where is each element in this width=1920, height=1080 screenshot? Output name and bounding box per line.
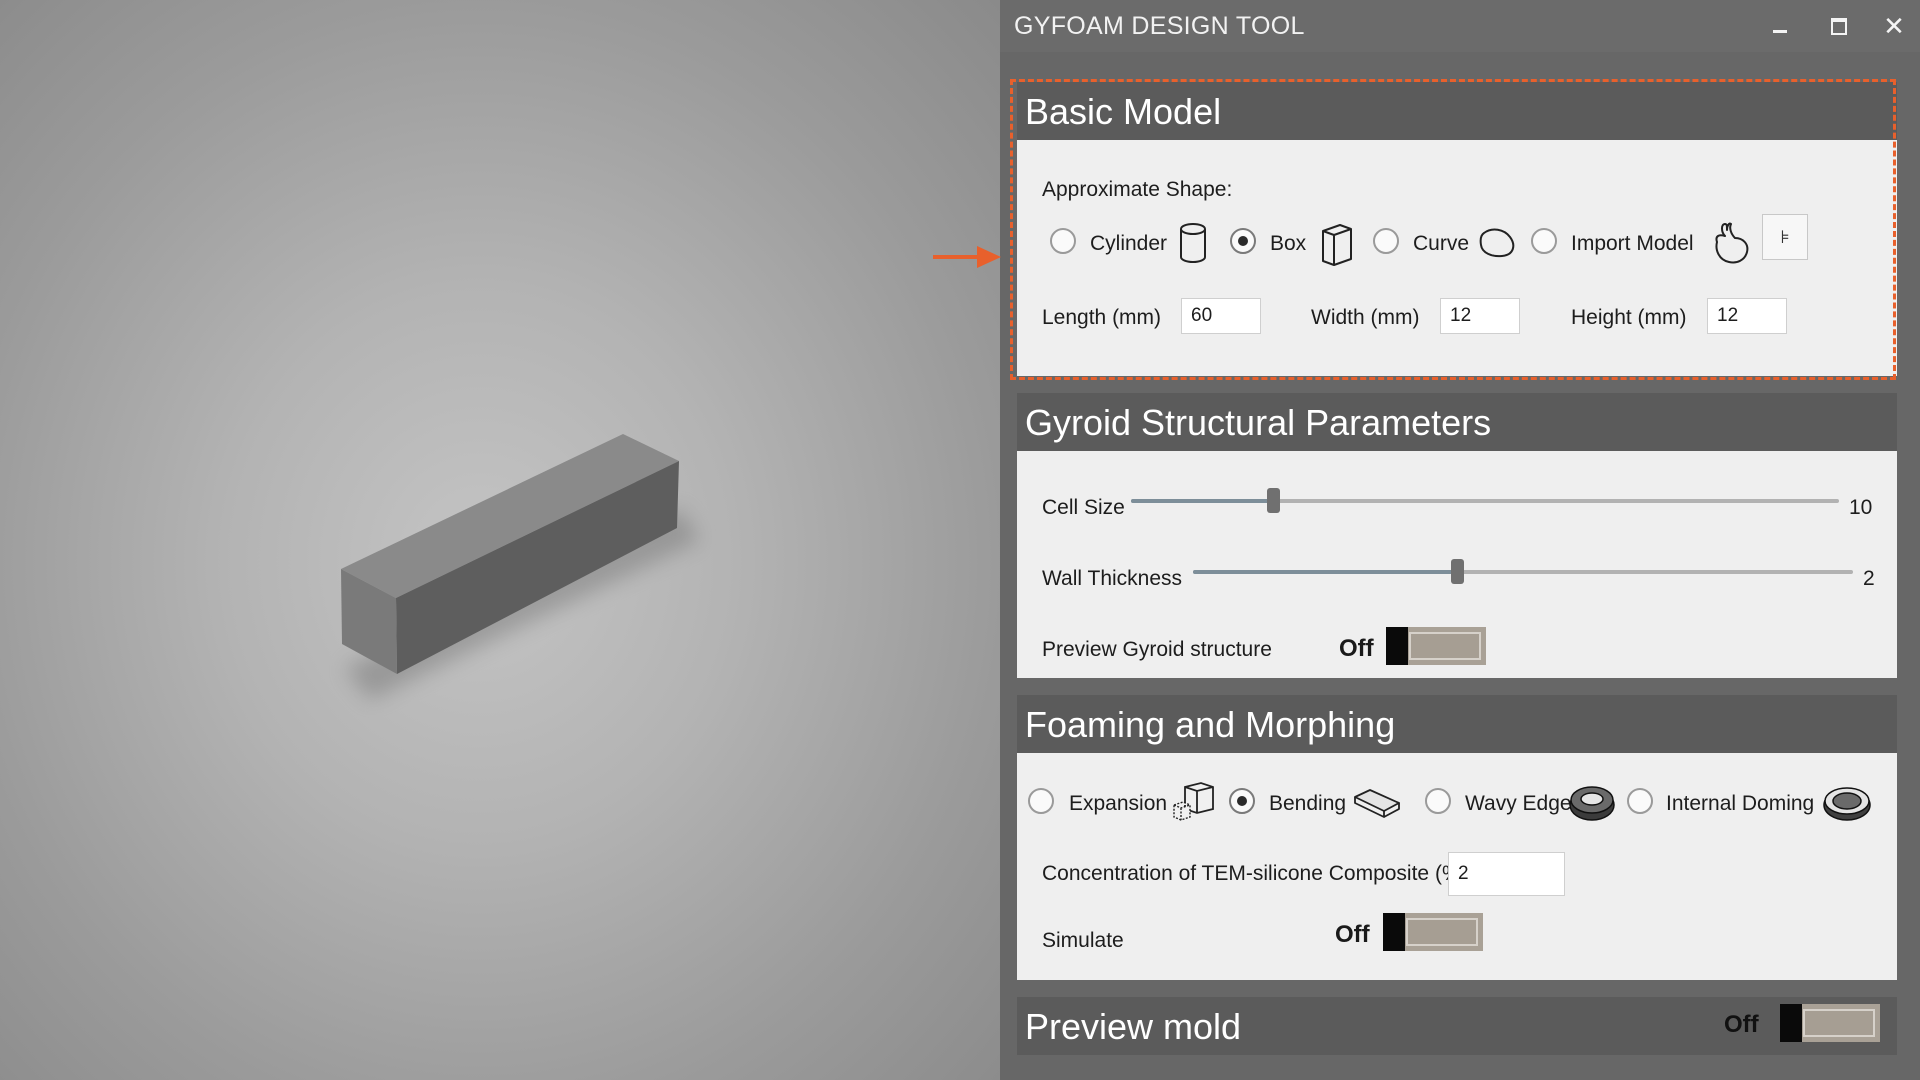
cell-size-slider[interactable] [1131, 488, 1839, 513]
expansion-icon [1173, 782, 1214, 821]
simulate-state: Off [1335, 921, 1370, 948]
section-title: Foaming and Morphing [1025, 704, 1396, 745]
preview-gyroid-label: Preview Gyroid structure [1042, 638, 1272, 661]
wavy-edges-icon [1569, 786, 1615, 821]
simulate-label: Simulate [1042, 929, 1124, 952]
concentration-input[interactable] [1448, 852, 1565, 896]
bunny-icon [1715, 222, 1749, 264]
cell-size-value: 10 [1849, 496, 1873, 519]
bending-icon [1354, 789, 1400, 818]
gyroid-header: Gyroid Structural Parameters [1017, 393, 1897, 451]
radio-bending[interactable] [1229, 788, 1255, 814]
section-title: Preview mold [1025, 1006, 1242, 1047]
cylinder-label: Cylinder [1090, 232, 1168, 255]
radio-expansion[interactable] [1028, 788, 1054, 814]
approximate-shape-label: Approximate Shape: [1042, 178, 1233, 201]
preview-mold-toggle[interactable] [1780, 1004, 1880, 1042]
open-file-icon: ⊧ [1780, 227, 1790, 247]
close-icon[interactable]: ✕ [1876, 8, 1912, 44]
3d-viewport[interactable] [0, 0, 1000, 1080]
box-label: Box [1270, 232, 1307, 255]
box-render [341, 434, 700, 700]
section-title: Gyroid Structural Parameters [1025, 402, 1492, 443]
preview-mold-section: Preview mold Off [1017, 997, 1897, 1055]
wall-thickness-thumb[interactable] [1451, 559, 1464, 584]
title-bar: GYFOAM DESIGN TOOL ✕ [1000, 0, 1920, 52]
highlight-arrow-icon [933, 246, 1001, 268]
basic-model-section: Basic Model Approximate Shape: Cylinder … [1017, 82, 1897, 376]
preview-mold-state: Off [1724, 1011, 1759, 1038]
radio-box[interactable] [1230, 228, 1256, 254]
width-label: Width (mm) [1311, 306, 1420, 329]
internal-doming-label: Internal Doming [1666, 792, 1815, 815]
radio-cylinder[interactable] [1050, 228, 1076, 254]
open-file-button[interactable]: ⊧ [1762, 214, 1808, 260]
design-tool-panel: GYFOAM DESIGN TOOL ✕ Basic Model Approxi… [1000, 0, 1920, 1080]
simulate-toggle[interactable] [1383, 913, 1483, 951]
expansion-label: Expansion [1069, 792, 1168, 815]
radio-curve[interactable] [1373, 228, 1399, 254]
section-title: Basic Model [1025, 91, 1222, 132]
minimize-icon[interactable] [1762, 8, 1798, 44]
concentration-label: Concentration of TEM-silicone Composite … [1042, 862, 1468, 885]
preview-gyroid-toggle[interactable] [1386, 627, 1486, 665]
import-model-label: Import Model [1571, 232, 1694, 255]
box-icon [1322, 224, 1352, 266]
length-input[interactable] [1181, 298, 1261, 334]
wall-thickness-value: 2 [1863, 567, 1875, 590]
cylinder-icon [1180, 223, 1206, 263]
basic-model-header: Basic Model [1017, 82, 1897, 140]
radio-wavy-edges[interactable] [1425, 788, 1451, 814]
wall-thickness-slider[interactable] [1193, 559, 1853, 584]
length-label: Length (mm) [1042, 306, 1162, 329]
wall-thickness-fill [1193, 570, 1457, 574]
maximize-icon[interactable] [1820, 8, 1856, 44]
width-input[interactable] [1440, 298, 1520, 334]
cell-size-fill [1131, 499, 1273, 503]
window-title: GYFOAM DESIGN TOOL [1014, 12, 1305, 40]
curve-label: Curve [1413, 232, 1470, 255]
cell-size-label: Cell Size [1042, 496, 1125, 519]
wall-thickness-label: Wall Thickness [1042, 567, 1183, 590]
gyroid-section: Gyroid Structural Parameters Cell Size 1… [1017, 393, 1897, 678]
radio-internal-doming[interactable] [1627, 788, 1653, 814]
radio-import-model[interactable] [1531, 228, 1557, 254]
preview-gyroid-state: Off [1339, 635, 1374, 662]
foaming-header: Foaming and Morphing [1017, 695, 1897, 753]
bending-label: Bending [1269, 792, 1347, 815]
foaming-section: Foaming and Morphing Expansion Bending W… [1017, 695, 1897, 980]
wavy-edges-label: Wavy Edges [1465, 792, 1583, 815]
curve-icon [1479, 228, 1515, 258]
height-input[interactable] [1707, 298, 1787, 334]
height-label: Height (mm) [1571, 306, 1687, 329]
cell-size-thumb[interactable] [1266, 488, 1280, 513]
internal-doming-icon [1823, 787, 1871, 821]
